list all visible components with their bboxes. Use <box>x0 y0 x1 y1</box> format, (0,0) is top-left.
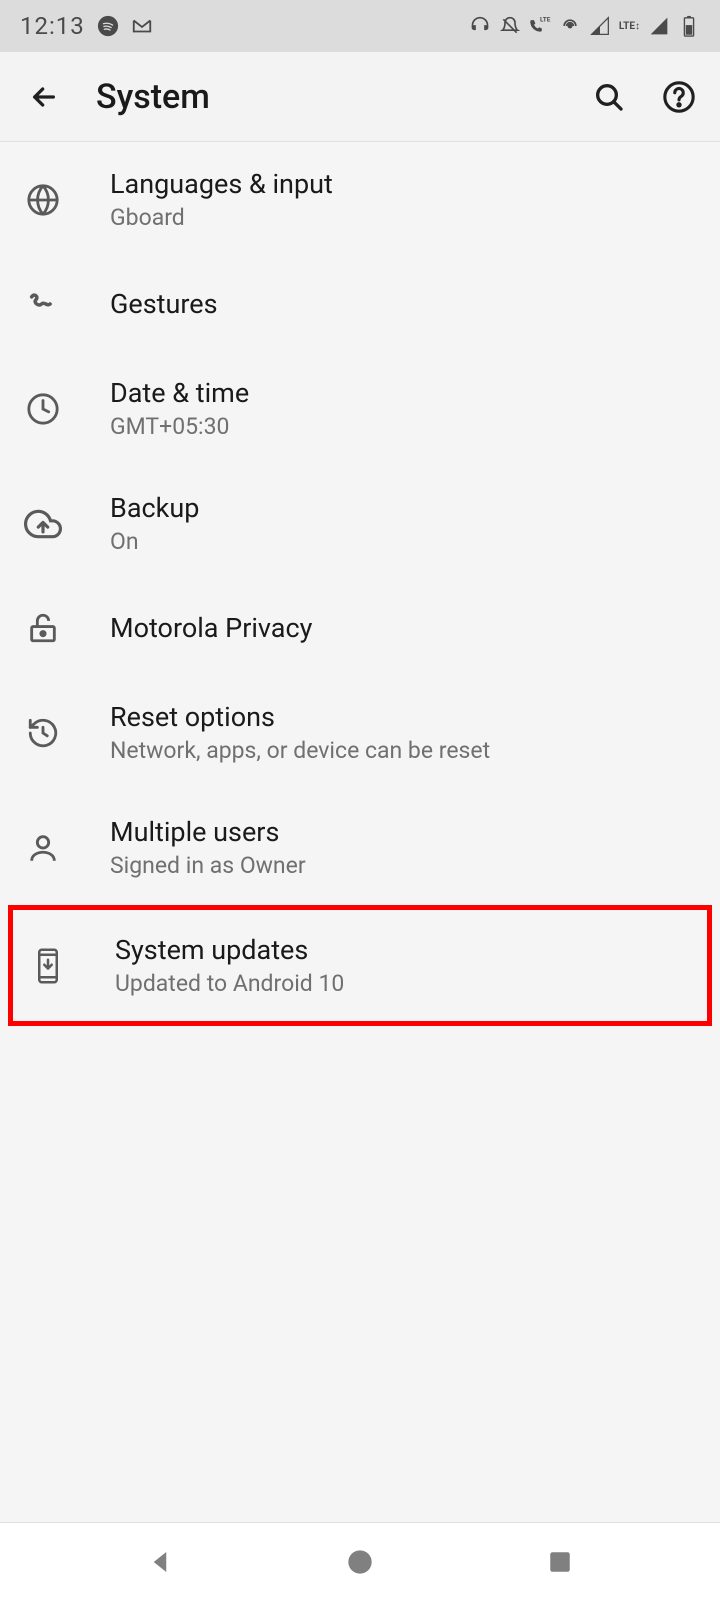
item-title: Motorola Privacy <box>110 612 312 644</box>
status-right: LTE LTE↕ <box>469 15 700 37</box>
item-subtitle: On <box>110 528 199 555</box>
item-subtitle: Updated to Android 10 <box>115 970 344 997</box>
signal-2-icon <box>648 15 670 37</box>
svg-text:LTE: LTE <box>540 15 551 23</box>
item-text: Reset options Network, apps, or device c… <box>110 701 490 764</box>
item-subtitle: Network, apps, or device can be reset <box>110 737 490 764</box>
item-title: System updates <box>115 934 344 966</box>
item-text: Languages & input Gboard <box>110 168 333 231</box>
status-time: 12:13 <box>20 12 85 40</box>
gestures-item[interactable]: Gestures <box>0 257 720 351</box>
spotify-icon <box>97 15 119 37</box>
nav-bar <box>0 1522 720 1600</box>
status-bar: 12:13 LTE LTE↕ <box>0 0 720 52</box>
date-time-item[interactable]: Date & time GMT+05:30 <box>0 351 720 466</box>
item-title: Gestures <box>110 288 218 320</box>
volte-icon: LTE <box>529 15 551 37</box>
reset-options-item[interactable]: Reset options Network, apps, or device c… <box>0 675 720 790</box>
item-title: Date & time <box>110 377 249 409</box>
clock-icon <box>22 388 64 430</box>
multiple-users-item[interactable]: Multiple users Signed in as Owner <box>0 790 720 905</box>
item-text: Motorola Privacy <box>110 612 312 644</box>
item-text: Multiple users Signed in as Owner <box>110 816 306 879</box>
languages-input-item[interactable]: Languages & input Gboard <box>0 142 720 257</box>
headphones-icon <box>469 15 491 37</box>
item-subtitle: Signed in as Owner <box>110 852 306 879</box>
gmail-icon <box>131 15 153 37</box>
nav-recent-button[interactable] <box>535 1537 585 1587</box>
globe-icon <box>22 179 64 221</box>
gesture-icon <box>22 283 64 325</box>
backup-item[interactable]: Backup On <box>0 466 720 581</box>
search-button[interactable] <box>592 80 626 114</box>
item-title: Backup <box>110 492 199 524</box>
item-title: Languages & input <box>110 168 333 200</box>
item-text: Date & time GMT+05:30 <box>110 377 249 440</box>
app-bar-actions <box>592 80 696 114</box>
app-bar: System <box>0 52 720 142</box>
back-button[interactable] <box>24 77 64 117</box>
person-icon <box>22 827 64 869</box>
lte-label: LTE↕ <box>619 21 640 32</box>
nav-home-button[interactable] <box>335 1537 385 1587</box>
cloud-upload-icon <box>22 503 64 545</box>
item-subtitle: Gboard <box>110 204 333 231</box>
item-text: Backup On <box>110 492 199 555</box>
help-button[interactable] <box>662 80 696 114</box>
unlock-icon <box>22 607 64 649</box>
settings-list: Languages & input Gboard Gestures Date &… <box>0 142 720 1522</box>
dnd-icon <box>499 15 521 37</box>
nav-back-button[interactable] <box>135 1537 185 1587</box>
item-title: Reset options <box>110 701 490 733</box>
hotspot-icon <box>559 15 581 37</box>
page-title: System <box>96 77 560 117</box>
signal-1-icon <box>589 15 611 37</box>
restore-icon <box>22 712 64 754</box>
system-updates-item[interactable]: System updates Updated to Android 10 <box>8 905 712 1026</box>
item-text: Gestures <box>110 288 218 320</box>
item-subtitle: GMT+05:30 <box>110 413 249 440</box>
system-update-icon <box>27 945 69 987</box>
battery-icon <box>678 15 700 37</box>
status-left: 12:13 <box>20 12 153 40</box>
item-title: Multiple users <box>110 816 306 848</box>
motorola-privacy-item[interactable]: Motorola Privacy <box>0 581 720 675</box>
item-text: System updates Updated to Android 10 <box>115 934 344 997</box>
